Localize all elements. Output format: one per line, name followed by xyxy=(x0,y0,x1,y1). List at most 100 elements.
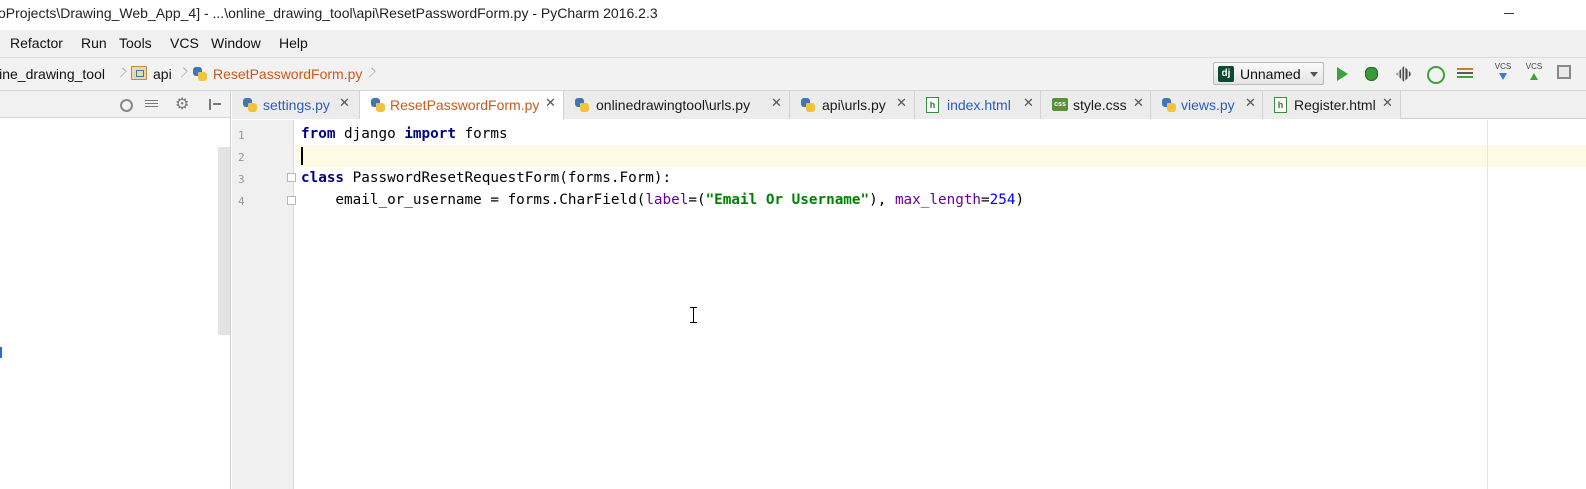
tab-label: index.html xyxy=(947,97,1011,113)
concurrency-icon[interactable] xyxy=(1454,63,1476,85)
locate-icon[interactable] xyxy=(118,97,133,112)
chevron-down-icon xyxy=(1310,72,1318,77)
close-icon[interactable]: ✕ xyxy=(1023,95,1034,111)
breadcrumb-api[interactable]: api xyxy=(153,66,172,82)
line-number: 3 xyxy=(238,173,245,186)
tab-api-urls-py[interactable]: api\urls.py ✕ xyxy=(790,91,915,119)
text-caret xyxy=(301,147,303,165)
django-icon: dj xyxy=(1218,66,1234,82)
string-literal: "Email Or Username" xyxy=(705,192,870,208)
line-number: 1 xyxy=(238,129,245,142)
breadcrumb-separator xyxy=(117,64,125,84)
python-file-icon xyxy=(574,97,590,113)
code-text: ), xyxy=(869,192,895,208)
fold-icon[interactable] xyxy=(287,196,296,205)
window-title: oProjects\Drawing_Web_App_4] - ...\onlin… xyxy=(0,5,658,21)
close-icon[interactable]: ✕ xyxy=(1133,95,1144,111)
gear-icon[interactable] xyxy=(175,94,190,114)
tab-label: api\urls.py xyxy=(822,97,886,113)
selection-marker xyxy=(0,347,2,358)
html-file-icon: h xyxy=(926,97,939,113)
folder-icon xyxy=(131,66,147,80)
tab-resetpasswordform-py[interactable]: ResetPasswordForm.py ✕ xyxy=(360,91,564,120)
python-file-icon xyxy=(242,97,258,113)
tab-settings-py[interactable]: settings.py ✕ xyxy=(232,91,360,119)
right-margin-guide xyxy=(1487,120,1488,489)
close-icon[interactable]: ✕ xyxy=(339,95,350,111)
tab-label: onlinedrawingtool\urls.py xyxy=(596,97,751,113)
tab-label: settings.py xyxy=(263,97,330,113)
breadcrumb-file[interactable]: ResetPasswordForm.py xyxy=(213,66,362,82)
editor-tab-bar: settings.py ✕ ResetPasswordForm.py ✕ onl… xyxy=(232,91,1586,120)
project-panel-scrollbar[interactable] xyxy=(218,147,230,335)
close-icon[interactable]: ✕ xyxy=(545,95,556,111)
hide-panel-icon[interactable] xyxy=(207,97,222,112)
code-line-4: email_or_username = forms.CharField(labe… xyxy=(301,192,1024,208)
project-panel xyxy=(0,91,231,489)
code-editor[interactable]: 1 2 3 4 from django import forms class P… xyxy=(232,120,1586,489)
vcs-label: VCS xyxy=(1525,62,1543,71)
profile-icon[interactable] xyxy=(1424,63,1446,85)
fold-icon[interactable] xyxy=(287,173,296,182)
menu-run[interactable]: Run xyxy=(81,35,107,51)
menu-bar: Refactor Run Tools VCS Window Help xyxy=(0,30,1586,57)
vcs-commit-icon[interactable]: VCS xyxy=(1523,62,1545,86)
tab-index-html[interactable]: h index.html ✕ xyxy=(915,91,1041,119)
python-file-icon xyxy=(192,66,208,82)
menu-refactor[interactable]: Refactor xyxy=(10,35,63,51)
vcs-label: VCS xyxy=(1494,62,1512,71)
python-file-icon xyxy=(800,97,816,113)
breadcrumb-separator xyxy=(366,64,374,84)
keyword-argument: max_length xyxy=(894,192,982,208)
run-icon[interactable] xyxy=(1331,63,1353,85)
tab-register-html[interactable]: h Register.html ✕ xyxy=(1263,91,1401,119)
html-file-icon: h xyxy=(1274,97,1287,113)
close-icon[interactable]: ✕ xyxy=(1245,95,1256,111)
python-file-icon xyxy=(370,97,386,113)
line-number: 2 xyxy=(238,151,245,164)
keyword: import xyxy=(404,126,456,142)
number-literal: 254 xyxy=(989,192,1016,208)
close-icon[interactable]: ✕ xyxy=(896,95,907,111)
breadcrumb-project[interactable]: line_drawing_tool xyxy=(0,66,105,82)
code-text: forms xyxy=(455,126,508,142)
run-config-dropdown[interactable]: dj Unnamed xyxy=(1213,62,1324,85)
vcs-update-icon[interactable]: VCS xyxy=(1492,62,1514,86)
code-line-3: class PasswordResetRequestForm(forms.For… xyxy=(301,170,671,186)
run-config-label: Unnamed xyxy=(1240,66,1301,82)
line-number: 4 xyxy=(238,195,245,208)
breadcrumb-separator xyxy=(178,64,186,84)
text-cursor-icon xyxy=(689,307,699,323)
code-text: ) xyxy=(1015,192,1025,208)
tab-views-py[interactable]: views.py ✕ xyxy=(1151,91,1263,119)
debug-icon[interactable] xyxy=(1361,63,1383,85)
close-icon[interactable]: ✕ xyxy=(1382,95,1393,111)
close-icon[interactable]: ✕ xyxy=(771,95,782,111)
menu-help[interactable]: Help xyxy=(279,35,308,51)
keyword: from xyxy=(301,126,336,142)
menu-window[interactable]: Window xyxy=(211,35,261,51)
python-file-icon xyxy=(1161,97,1177,113)
code-text: PasswordResetRequestForm(forms.Form): xyxy=(344,170,672,186)
code-text: =( xyxy=(688,192,706,208)
coverage-icon[interactable] xyxy=(1393,63,1415,85)
menu-vcs[interactable]: VCS xyxy=(170,35,199,51)
minimize-button[interactable] xyxy=(1500,0,1540,30)
project-panel-header xyxy=(0,91,230,118)
collapse-all-icon[interactable] xyxy=(144,97,159,112)
code-text: = xyxy=(981,192,990,208)
tab-label: Register.html xyxy=(1294,97,1376,113)
code-line-1: from django import forms xyxy=(301,126,508,142)
css-file-icon: css xyxy=(1052,98,1068,111)
tab-label: views.py xyxy=(1181,97,1235,113)
tab-onlinedrawingtool-urls-py[interactable]: onlinedrawingtool\urls.py ✕ xyxy=(564,91,790,119)
code-text: django xyxy=(335,126,405,142)
history-icon[interactable] xyxy=(1557,65,1571,79)
code-text: email_or_username = forms.CharField( xyxy=(301,192,646,208)
keyword-argument: label xyxy=(645,192,689,208)
keyword: class xyxy=(301,170,345,186)
tab-style-css[interactable]: css style.css ✕ xyxy=(1041,91,1151,119)
editor-gutter: 1 2 3 4 xyxy=(232,120,296,489)
menu-tools[interactable]: Tools xyxy=(119,35,152,51)
current-line-highlight xyxy=(295,145,1586,167)
